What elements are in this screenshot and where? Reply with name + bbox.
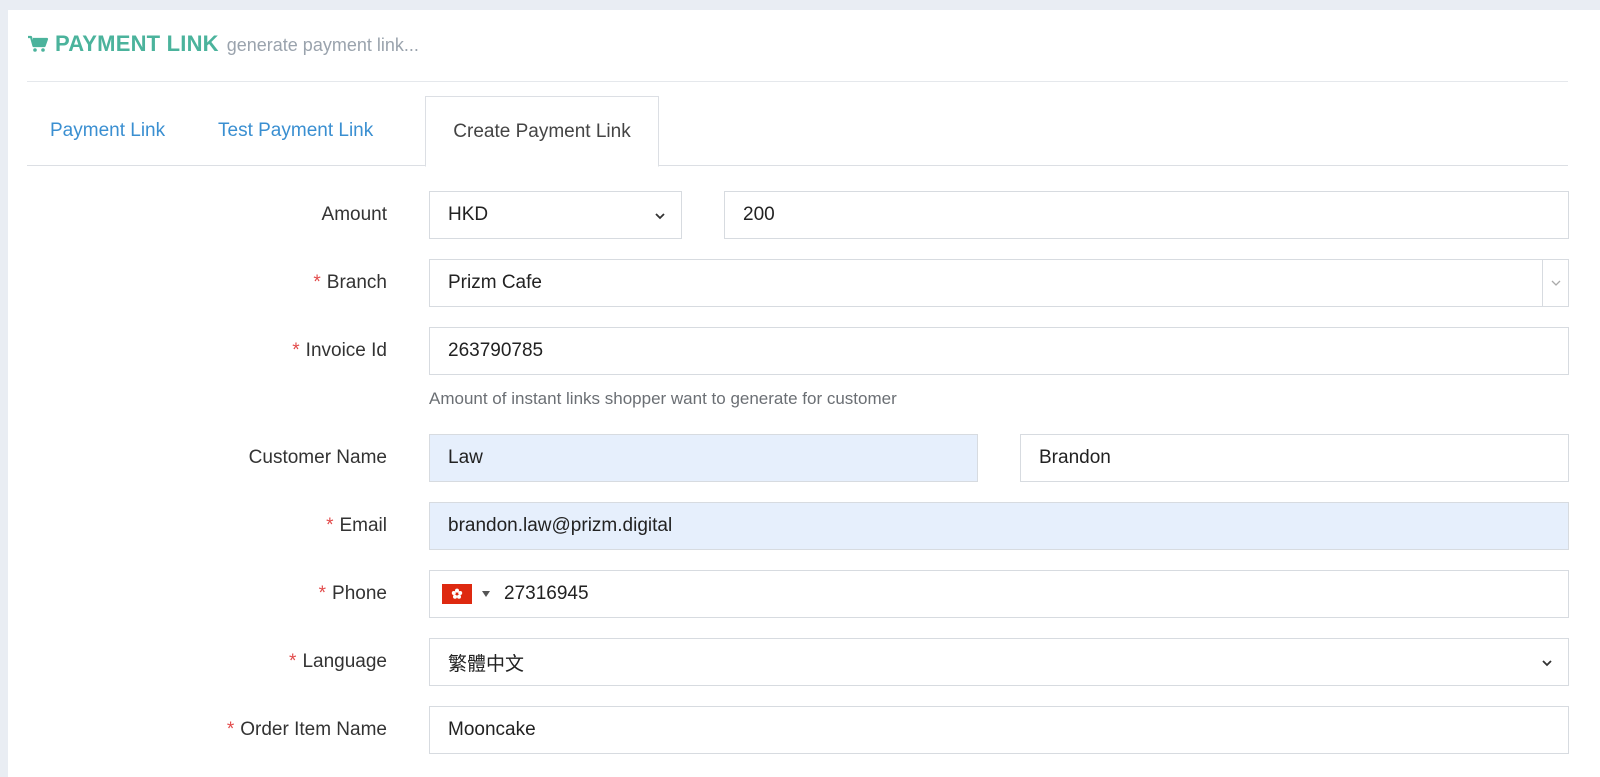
order-item-name-label: * Order Item Name [226, 719, 387, 740]
page-header: PAYMENT LINK generate payment link... [27, 28, 419, 60]
phone-label: * Phone [318, 583, 387, 604]
currency-select[interactable]: HKD [429, 191, 682, 239]
last-name-value: Law [448, 447, 483, 468]
branch-dropdown-toggle[interactable] [1542, 260, 1568, 306]
currency-value: HKD [448, 204, 489, 225]
first-name-input[interactable]: Brandon [1020, 434, 1569, 482]
tab-test-payment-link[interactable]: Test Payment Link [218, 96, 373, 166]
header-divider [27, 81, 1568, 82]
cart-icon [27, 35, 49, 53]
amount-input[interactable]: 200 [724, 191, 1569, 239]
branch-label: * Branch [313, 272, 387, 293]
first-name-value: Brandon [1039, 447, 1111, 468]
last-name-input[interactable]: Law [429, 434, 978, 482]
caret-down-icon [482, 591, 490, 597]
invoice-id-label: * Invoice Id [292, 340, 387, 361]
order-item-name-input[interactable]: Mooncake [429, 706, 1569, 754]
language-select[interactable]: 繁體中文 [429, 638, 1569, 686]
invoice-id-value: 263790785 [448, 340, 544, 361]
hong-kong-flag-icon [442, 584, 472, 604]
tab-bar: Payment Link Test Payment Link Create Pa… [27, 96, 1568, 167]
country-code-selector[interactable] [442, 584, 490, 604]
language-value: 繁體中文 [448, 652, 525, 675]
chevron-down-icon [1551, 280, 1561, 286]
chevron-down-icon [1542, 660, 1552, 667]
tab-payment-link[interactable]: Payment Link [50, 96, 165, 166]
language-label: * Language [289, 651, 387, 672]
chevron-down-icon [655, 213, 665, 220]
page-subtitle: generate payment link... [226, 34, 419, 55]
customer-name-label: Customer Name [248, 447, 387, 468]
order-item-name-value: Mooncake [448, 719, 536, 740]
branch-select[interactable]: Prizm Cafe [429, 259, 1569, 307]
amount-label: Amount [321, 204, 387, 225]
invoice-id-input[interactable]: 263790785 [429, 327, 1569, 375]
phone-input[interactable]: 27316945 [429, 570, 1569, 618]
branch-value: Prizm Cafe [448, 272, 542, 293]
email-label: * Email [326, 515, 387, 536]
amount-value: 200 [743, 204, 775, 225]
email-value: brandon.law@prizm.digital [448, 515, 673, 536]
phone-value: 27316945 [504, 583, 589, 604]
invoice-help-text: Amount of instant links shopper want to … [429, 389, 897, 408]
tab-create-payment-link[interactable]: Create Payment Link [425, 96, 659, 167]
page-title: PAYMENT LINK [55, 31, 219, 56]
email-input[interactable]: brandon.law@prizm.digital [429, 502, 1569, 550]
